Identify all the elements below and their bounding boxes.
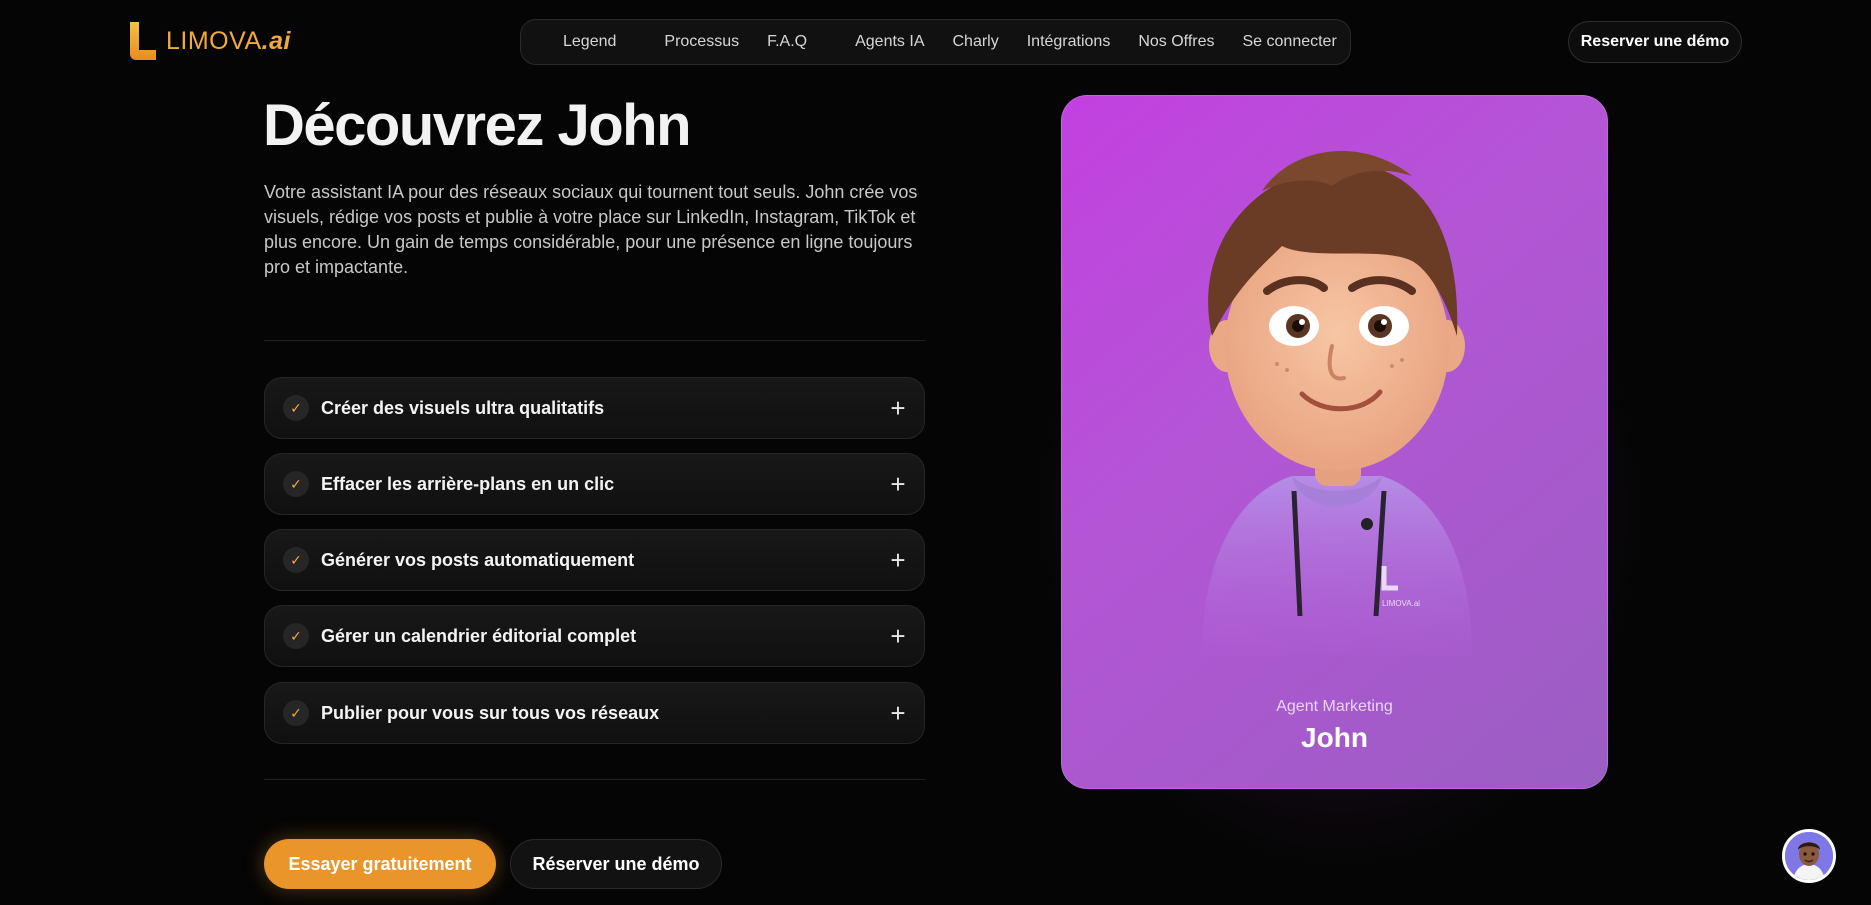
check-icon: ✓ <box>283 471 309 497</box>
nav-item-agents-ia[interactable]: Agents IA <box>841 33 938 51</box>
hoodie-logo-text: LIMOVA.ai <box>1382 599 1420 608</box>
check-icon: ✓ <box>283 547 309 573</box>
hero-description: Votre assistant IA pour des réseaux soci… <box>264 182 918 277</box>
nav-item-charly[interactable]: Charly <box>938 33 1012 51</box>
feature-item[interactable]: ✓ Gérer un calendrier éditorial complet … <box>264 605 925 667</box>
feature-item[interactable]: ✓ Générer vos posts automatiquement + <box>264 529 925 591</box>
logo-text: LIMOVA.ai <box>166 27 291 56</box>
plus-icon[interactable]: + <box>872 621 924 652</box>
nav-item-se-connecter[interactable]: Se connecter <box>1229 33 1351 51</box>
page-title: Découvrez John <box>263 93 692 158</box>
check-icon: ✓ <box>283 395 309 421</box>
nav-item-nos-offres[interactable]: Nos Offres <box>1124 33 1228 51</box>
book-demo-button[interactable]: Réserver une démo <box>510 839 722 889</box>
feature-item[interactable]: ✓ Créer des visuels ultra qualitatifs + <box>264 377 925 439</box>
feature-label: Effacer les arrière-plans en un clic <box>321 473 615 494</box>
plus-icon[interactable]: + <box>872 698 924 729</box>
logo-mark-icon <box>130 22 156 60</box>
nav-item-processus[interactable]: Processus <box>650 33 753 51</box>
logo-suffix: .ai <box>261 26 291 55</box>
logo-name: LIMOVA <box>166 26 262 55</box>
logo[interactable]: LIMOVA.ai <box>128 20 291 62</box>
agent-role: Agent Marketing <box>1276 698 1393 715</box>
feature-item[interactable]: ✓ Publier pour vous sur tous vos réseaux… <box>264 682 925 744</box>
plus-icon[interactable]: + <box>872 469 924 500</box>
plus-icon[interactable]: + <box>872 393 924 424</box>
agent-card: LIMOVA.ai Agent Marketing John <box>1061 95 1608 789</box>
check-icon: ✓ <box>283 700 309 726</box>
feature-label: Générer vos posts automatiquement <box>321 549 635 570</box>
main-nav: Legend Processus F.A.Q Agents IA Charly … <box>520 19 1351 65</box>
chat-avatar-icon <box>1785 832 1833 880</box>
nav-item-integrations[interactable]: Intégrations <box>1013 33 1125 51</box>
feature-item[interactable]: ✓ Effacer les arrière-plans en un clic + <box>264 453 925 515</box>
feature-label: Gérer un calendrier éditorial complet <box>321 625 637 646</box>
try-free-button[interactable]: Essayer gratuitement <box>264 839 496 889</box>
chat-avatar-button[interactable] <box>1782 829 1836 883</box>
agent-name: John <box>1301 722 1368 753</box>
feature-label: Créer des visuels ultra qualitatifs <box>321 397 605 418</box>
divider <box>264 779 925 780</box>
header-demo-button[interactable]: Reserver une démo <box>1568 21 1742 63</box>
nav-item-faq[interactable]: F.A.Q <box>753 33 821 51</box>
divider <box>264 340 925 341</box>
nav-item-legend[interactable]: Legend <box>549 33 630 51</box>
feature-label: Publier pour vous sur tous vos réseaux <box>321 702 660 723</box>
check-icon: ✓ <box>283 623 309 649</box>
plus-icon[interactable]: + <box>872 545 924 576</box>
agent-illustration: LIMOVA.ai <box>1202 150 1472 656</box>
